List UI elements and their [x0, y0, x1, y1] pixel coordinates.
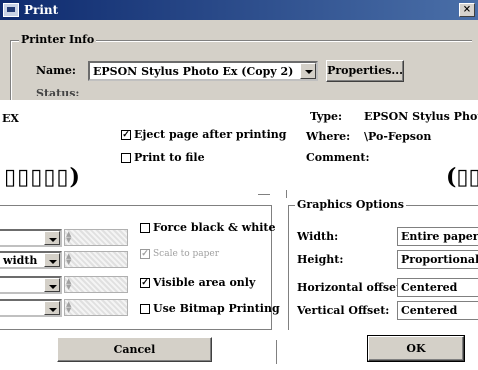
visible-area-only-label: Visible area only: [153, 276, 256, 289]
printer-name-label: Name:: [36, 64, 76, 77]
gfx-height-select[interactable]: Proportional to: [397, 250, 478, 269]
use-bitmap-printing-label: Use Bitmap Printing: [153, 302, 280, 315]
print-to-file-checkbox[interactable]: [121, 153, 131, 163]
properties-button[interactable]: Properties...: [326, 60, 404, 82]
force-black-white-label: Force black & white: [153, 221, 276, 234]
printer-fragment-text: EX: [2, 112, 19, 125]
gfx-horizontal-offset-value: Centered: [401, 281, 458, 294]
divider: [258, 194, 270, 195]
printer-info-panel: Printer Info Name: EPSON Stylus Photo Ex…: [0, 20, 478, 100]
spin-arrows-icon: ▲ ▼: [66, 230, 72, 244]
spin-arrows-icon: ▲ ▼: [66, 277, 72, 291]
graphics-options-group: Graphics Options Width: Entire paper Hei…: [288, 198, 478, 330]
chevron-down-icon[interactable]: [44, 231, 60, 245]
type-value: EPSON Stylus Photo: [364, 110, 478, 123]
spin-field-1[interactable]: ▲ ▼: [64, 229, 128, 246]
spin-field-4[interactable]: ▲ ▼: [64, 299, 128, 316]
divider: [286, 190, 287, 198]
printer-name-select[interactable]: EPSON Stylus Photo Ex (Copy 2): [88, 61, 318, 81]
option-select-2-value: width: [3, 254, 38, 267]
where-value: \Po-Fepson: [364, 130, 432, 143]
gfx-horizontal-offset-select[interactable]: Centered: [397, 278, 478, 297]
scale-to-paper-checkbox: ✓: [140, 249, 150, 259]
ok-button[interactable]: OK: [367, 335, 465, 362]
chevron-down-icon[interactable]: [44, 278, 60, 292]
print-to-file-label: Print to file: [134, 151, 205, 164]
placeholder-glyphs-right: (▯▯: [446, 164, 478, 190]
eject-page-checkbox[interactable]: ✓: [121, 130, 131, 140]
window-title: Print: [24, 3, 59, 17]
gfx-width-label: Width:: [297, 230, 339, 243]
printer-info-label: Printer Info: [19, 33, 97, 46]
cancel-button-label: Cancel: [113, 343, 156, 356]
graphics-options-label: Graphics Options: [295, 198, 406, 211]
chevron-down-icon[interactable]: [44, 253, 60, 267]
chevron-down-icon[interactable]: [44, 301, 60, 315]
gfx-vertical-offset-value: Centered: [401, 304, 458, 317]
option-select-3[interactable]: [0, 276, 62, 294]
gfx-width-select[interactable]: Entire paper: [397, 227, 478, 246]
eject-page-label: Eject page after printing: [134, 128, 287, 141]
option-select-2[interactable]: width: [0, 251, 62, 269]
cancel-button[interactable]: Cancel: [57, 337, 212, 362]
properties-button-label: Properties...: [327, 64, 403, 77]
status-label: Status:: [36, 87, 80, 96]
gfx-vertical-offset-label: Vertical Offset:: [297, 304, 390, 317]
gfx-height-label: Height:: [297, 253, 344, 266]
type-label: Type:: [310, 110, 343, 123]
gfx-horizontal-offset-label: Horizontal offset:: [297, 281, 406, 294]
gfx-width-value: Entire paper: [401, 230, 478, 243]
gfx-height-value: Proportional to: [401, 253, 478, 268]
chevron-down-icon[interactable]: [300, 63, 316, 79]
printer-name-value: EPSON Stylus Photo Ex (Copy 2): [93, 65, 294, 78]
spin-field-3[interactable]: ▲ ▼: [64, 276, 128, 293]
spin-field-2[interactable]: ▲ ▼: [64, 251, 128, 268]
force-black-white-checkbox[interactable]: [140, 223, 150, 233]
ok-button-label: OK: [406, 342, 426, 355]
print-window-icon: [3, 3, 19, 17]
option-select-4[interactable]: [0, 299, 62, 317]
gfx-vertical-offset-select[interactable]: Centered: [397, 301, 478, 320]
close-button[interactable]: ×: [459, 3, 475, 17]
where-label: Where:: [306, 130, 351, 143]
spin-arrows-icon: ▲ ▼: [66, 300, 72, 314]
title-bar: Print ×: [0, 0, 478, 20]
visible-area-only-checkbox[interactable]: ✓: [140, 278, 150, 288]
placeholder-glyphs-left: ▯▯▯▯▯): [4, 164, 81, 190]
scale-to-paper-label: Scale to paper: [153, 249, 220, 259]
use-bitmap-printing-checkbox[interactable]: [140, 304, 150, 314]
option-select-1[interactable]: [0, 229, 62, 247]
divider: [276, 340, 277, 364]
spin-arrows-icon: ▲ ▼: [66, 252, 72, 266]
comment-label: Comment:: [306, 151, 370, 164]
